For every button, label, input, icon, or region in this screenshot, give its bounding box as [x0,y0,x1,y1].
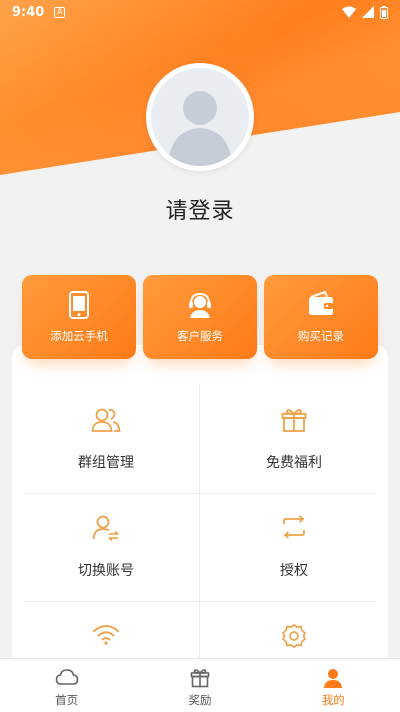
tab-mine[interactable]: 我的 [267,659,400,712]
headset-icon [189,292,211,318]
sim-icon: A [54,6,66,18]
bottom-tab-bar: 首页 奖励 我的 [0,658,400,712]
authorize-icon [283,515,305,539]
login-prompt[interactable]: 请登录 [0,193,400,225]
purchase-history-label: 购买记录 [298,329,344,343]
free-benefits-label: 免费福利 [266,455,322,471]
user-icon [324,669,343,688]
switch-account-icon [92,515,119,541]
tab-home-label: 首页 [55,693,79,707]
status-time: 9:40 [12,4,45,20]
tab-rewards-label: 奖励 [188,693,212,707]
wallet-icon [309,291,333,315]
group-icon [91,408,121,432]
avatar-placeholder-icon [151,68,249,166]
tab-mine-label: 我的 [321,693,345,707]
avatar[interactable] [146,63,254,171]
wifi-status-icon [342,6,356,18]
gift-icon [190,669,210,688]
tab-rewards[interactable]: 奖励 [133,659,266,712]
settings-icon [282,624,306,648]
signal-icon [362,6,374,18]
authorize-item[interactable]: 授权 [206,497,382,605]
status-bar: 9:40 A [0,0,400,24]
purchase-history-button[interactable]: 购买记录 [264,275,378,359]
tab-home[interactable]: 首页 [0,659,133,712]
authorize-label: 授权 [280,563,308,579]
grid-divider-vertical [199,385,200,660]
phone-icon [69,291,89,319]
switch-account-label: 切换账号 [78,563,134,579]
free-benefits-item[interactable]: 免费福利 [206,389,382,497]
group-management-item[interactable]: 群组管理 [18,389,194,497]
customer-service-button[interactable]: 客户服务 [143,275,257,359]
add-cloud-phone-button[interactable]: 添加云手机 [22,275,136,359]
group-management-label: 群组管理 [78,455,134,471]
wifi-icon [93,625,119,645]
customer-service-label: 客户服务 [177,329,223,343]
cloud-icon [55,669,78,685]
battery-icon [380,5,388,19]
switch-account-item[interactable]: 切换账号 [18,497,194,605]
add-cloud-phone-label: 添加云手机 [50,329,108,343]
gift-icon [281,409,307,432]
